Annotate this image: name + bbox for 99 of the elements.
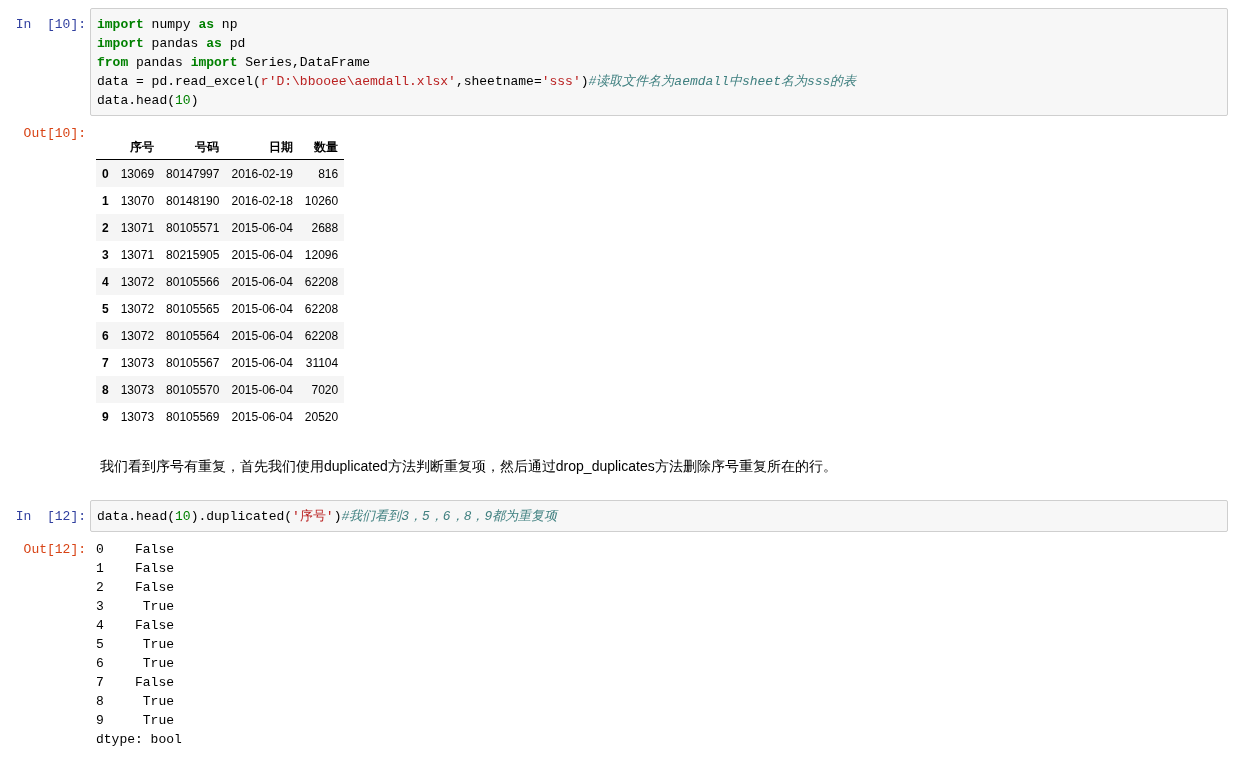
code-text: data = pd.read_excel( [97, 74, 261, 89]
code-keyword: as [198, 17, 215, 32]
row-index: 3 [96, 241, 115, 268]
code-comment: #读取文件名为aemdall中sheet名为sss的表 [588, 74, 857, 89]
row-index: 8 [96, 376, 115, 403]
table-cell: 80105564 [160, 322, 226, 349]
input-prompt: In [12]: [14, 508, 87, 526]
code-text: pd [228, 36, 246, 51]
table-cell: 2015-06-04 [225, 403, 299, 430]
column-header: 日期 [225, 136, 299, 160]
table-cell: 13070 [114, 187, 161, 214]
code-text: ) [580, 74, 589, 89]
code-text: pandas [150, 36, 200, 51]
table-cell: 80105565 [160, 295, 226, 322]
column-header: 序号 [114, 136, 161, 160]
column-header: 数量 [298, 136, 345, 160]
code-text: ).duplicated( [190, 509, 293, 524]
table-cell: 2015-06-04 [225, 268, 299, 295]
row-index: 6 [96, 322, 115, 349]
output-line: 1 False [96, 560, 175, 578]
code-text: ,sheetname= [455, 74, 542, 89]
table-cell: 80105569 [160, 403, 226, 430]
code-text: ) [190, 93, 199, 108]
table-cell: 12096 [298, 241, 345, 268]
row-index: 9 [96, 403, 115, 430]
row-index: 2 [96, 214, 115, 241]
row-index: 0 [96, 159, 115, 187]
table-cell: 80148190 [160, 187, 226, 214]
table-cell: 20520 [298, 403, 345, 430]
table-cell: 31104 [298, 349, 345, 376]
table-cell: 2015-06-04 [225, 214, 299, 241]
row-index: 4 [96, 268, 115, 295]
output-line: 8 True [96, 693, 175, 711]
table-cell: 2015-06-04 [225, 349, 299, 376]
table-cell: 13071 [114, 241, 161, 268]
markdown-paragraph: 我们看到序号有重复，首先我们使用duplicated方法判断重复项，然后通过drop_duplicates方法删除序号重复所在的行。 [100, 457, 838, 476]
code-string: '序号' [292, 509, 334, 524]
row-index: 5 [96, 295, 115, 322]
code-text: data.head( [97, 509, 175, 524]
code-input[interactable]: data.head(10).duplicated('序号')#我们看到3，5，6，8，9都为重复项 [90, 500, 1228, 532]
output-line: 0 False [96, 541, 175, 559]
output-line: 9 True [96, 712, 175, 730]
table-cell: 13072 [114, 268, 161, 295]
table-cell: 816 [298, 159, 345, 187]
output-prompt: Out[10]: [22, 125, 87, 143]
code-input[interactable]: import numpy as np import pandas as pd from pandas import Series,DataFrame data = pd.read_excel(r'D:\bbooee\aemdall.xlsx',sheetname='sss')#读取文件名为aemdall中sheet名为sss的表 data.head(10) [90, 8, 1228, 116]
table-cell: 80105566 [160, 268, 226, 295]
code-text: Series,DataFrame [244, 55, 371, 70]
table-cell: 80105570 [160, 376, 226, 403]
table-cell: 62208 [298, 295, 345, 322]
table-cell: 2015-06-04 [225, 322, 299, 349]
code-string: r'D:\bbooee\aemdall.xlsx' [260, 74, 456, 89]
table-cell: 2016-02-19 [225, 159, 299, 187]
table-cell: 2016-02-18 [225, 187, 299, 214]
output-line: dtype: bool [96, 731, 182, 749]
code-number: 10 [175, 93, 191, 108]
output-line: 3 True [96, 598, 175, 616]
table-cell: 13073 [114, 349, 161, 376]
code-text: np [220, 17, 238, 32]
table-cell: 2015-06-04 [225, 376, 299, 403]
column-header: 号码 [160, 136, 226, 160]
code-string: 'sss' [541, 74, 581, 89]
code-keyword: as [206, 36, 222, 51]
table-cell: 2015-06-04 [225, 295, 299, 322]
table-cell: 13072 [114, 322, 161, 349]
code-keyword: import [97, 36, 144, 51]
row-index: 1 [96, 187, 115, 214]
code-number: 10 [175, 509, 191, 524]
table-cell: 13071 [114, 214, 161, 241]
output-line: 2 False [96, 579, 175, 597]
table-cell: 10260 [298, 187, 345, 214]
code-comment: #我们看到3，5，6，8，9都为重复项 [341, 509, 558, 524]
table-cell: 80147997 [160, 159, 226, 187]
table-cell: 13069 [114, 159, 161, 187]
table-cell: 2688 [298, 214, 345, 241]
output-line: 5 True [96, 636, 175, 654]
output-prompt: Out[12]: [22, 541, 87, 559]
output-line: 6 True [96, 655, 175, 673]
table-cell: 80215905 [160, 241, 226, 268]
table-cell: 13073 [114, 376, 161, 403]
code-text: pandas [135, 55, 184, 70]
table-cell: 80105567 [160, 349, 226, 376]
table-cell: 13072 [114, 295, 161, 322]
table-cell: 62208 [298, 322, 345, 349]
code-keyword: from [97, 55, 129, 70]
code-text: data.head( [97, 93, 175, 108]
code-text: ) [333, 509, 342, 524]
code-text: numpy [150, 17, 192, 32]
table-cell: 13073 [114, 403, 161, 430]
code-keyword: import [97, 17, 144, 32]
table-cell: 62208 [298, 268, 345, 295]
output-line: 4 False [96, 617, 175, 635]
output-line: 7 False [96, 674, 175, 692]
input-prompt: In [10]: [14, 16, 87, 34]
row-index: 7 [96, 349, 115, 376]
table-cell: 2015-06-04 [225, 241, 299, 268]
table-cell: 7020 [298, 376, 345, 403]
code-keyword: import [190, 55, 238, 70]
table-cell: 80105571 [160, 214, 226, 241]
